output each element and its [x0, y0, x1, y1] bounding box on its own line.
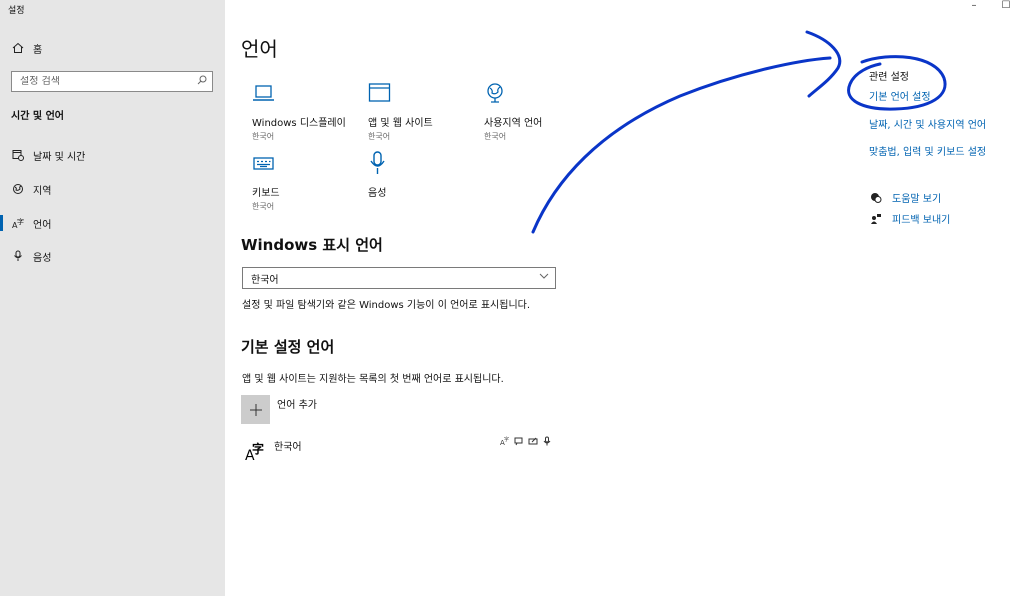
tile-name: 사용지역 언어	[484, 118, 543, 129]
tile-sub: 한국어	[252, 202, 275, 211]
handwriting-feature-icon	[528, 436, 538, 446]
search-input[interactable]	[20, 76, 192, 87]
microphone-icon	[11, 250, 25, 262]
display-language-heading: Windows 표시 언어	[241, 236, 383, 254]
microphone-icon	[368, 150, 483, 176]
sidebar-item-label: 홈	[33, 44, 43, 56]
tile-windows-display[interactable]: Windows 디스플레이 한국어	[252, 80, 367, 142]
search-field[interactable]	[11, 71, 213, 92]
add-language-label[interactable]: 언어 추가	[277, 396, 317, 411]
display-language-dropdown[interactable]: 한국어	[242, 267, 556, 289]
send-feedback-label: 피드백 보내기	[892, 215, 951, 226]
section-title: 시간 및 언어	[11, 111, 64, 122]
tile-regional-format[interactable]: 사용지역 언어 한국어	[484, 80, 599, 142]
sidebar-item-date-time[interactable]: 날짜 및 시간	[0, 143, 225, 167]
globe-pin-icon	[484, 80, 599, 106]
chevron-down-icon	[539, 271, 549, 284]
feedback-person-icon	[869, 213, 883, 225]
language-glyph-icon: A 字	[242, 438, 268, 464]
sidebar-item-language[interactable]: A字 언어	[0, 211, 225, 235]
language-glyph-char: 字	[252, 442, 265, 456]
tile-name: 음성	[368, 188, 387, 199]
tile-sub: 한국어	[368, 132, 391, 141]
tile-keyboard[interactable]: 키보드 한국어	[252, 150, 367, 212]
tile-name: 키보드	[252, 188, 280, 199]
globe-icon	[11, 183, 25, 195]
sidebar: 설정 홈 시간 및 언어 날짜 및 시간 지역 A字 언어	[0, 0, 225, 596]
link-basic-language-settings[interactable]: 기본 언어 설정	[869, 88, 931, 103]
tile-name: 앱 및 웹 사이트	[368, 118, 433, 129]
tile-name: Windows 디스플레이	[252, 118, 346, 129]
display-language-feature-icon: A字	[500, 436, 510, 446]
sidebar-item-label: 날짜 및 시간	[33, 151, 86, 163]
preferred-languages-heading: 기본 설정 언어	[241, 338, 335, 356]
help-chat-icon	[869, 192, 883, 204]
tile-sub: 한국어	[252, 132, 275, 141]
tile-sub: 한국어	[484, 132, 507, 141]
sidebar-item-home[interactable]: 홈	[0, 36, 225, 60]
search-icon[interactable]	[192, 75, 212, 88]
calendar-clock-icon	[11, 149, 25, 161]
link-spelling-typing-keyboard[interactable]: 맞춤법, 입력 및 키보드 설정	[869, 143, 986, 158]
active-indicator	[0, 215, 3, 231]
display-language-description: 설정 및 파일 탐색기와 같은 Windows 기능이 이 언어로 표시됩니다.	[242, 300, 531, 311]
link-date-time-region[interactable]: 날짜, 시간 및 사용지역 언어	[869, 116, 986, 131]
svg-text:字: 字	[17, 217, 24, 226]
window-icon	[368, 80, 483, 106]
annotation-arrow-head	[805, 30, 842, 98]
language-list-item[interactable]: A 字 한국어 A字	[242, 436, 554, 464]
home-icon	[11, 42, 25, 54]
sidebar-item-label: 언어	[33, 219, 52, 231]
add-language-button[interactable]	[241, 395, 270, 424]
maximize-button[interactable]: ☐	[998, 0, 1014, 18]
page-title: 언어	[241, 37, 278, 61]
preferred-languages-description: 앱 및 웹 사이트는 지원하는 목록의 첫 번째 언어로 표시됩니다.	[242, 374, 504, 385]
get-help-link[interactable]: 도움말 보기	[869, 190, 941, 205]
speech-recognition-feature-icon	[542, 436, 552, 446]
get-help-label: 도움말 보기	[892, 194, 942, 205]
sidebar-item-label: 음성	[33, 252, 52, 264]
sidebar-item-label: 지역	[33, 185, 52, 197]
svg-text:字: 字	[504, 436, 509, 443]
tile-voice[interactable]: 음성	[368, 150, 483, 199]
plus-icon	[249, 403, 262, 416]
dropdown-value: 한국어	[251, 274, 279, 286]
minimize-button[interactable]: –	[966, 0, 982, 18]
send-feedback-link[interactable]: 피드백 보내기	[869, 211, 950, 226]
speech-feature-icon	[514, 436, 524, 446]
language-icon: A字	[11, 217, 25, 229]
app-title: 설정	[8, 6, 25, 16]
sidebar-item-region[interactable]: 지역	[0, 177, 225, 201]
sidebar-item-voice[interactable]: 음성	[0, 244, 225, 268]
keyboard-icon	[252, 150, 367, 176]
laptop-icon	[252, 80, 367, 106]
related-settings-title: 관련 설정	[869, 72, 909, 83]
language-name: 한국어	[274, 442, 302, 453]
language-features: A字	[500, 436, 552, 446]
tile-apps-websites[interactable]: 앱 및 웹 사이트 한국어	[368, 80, 483, 142]
